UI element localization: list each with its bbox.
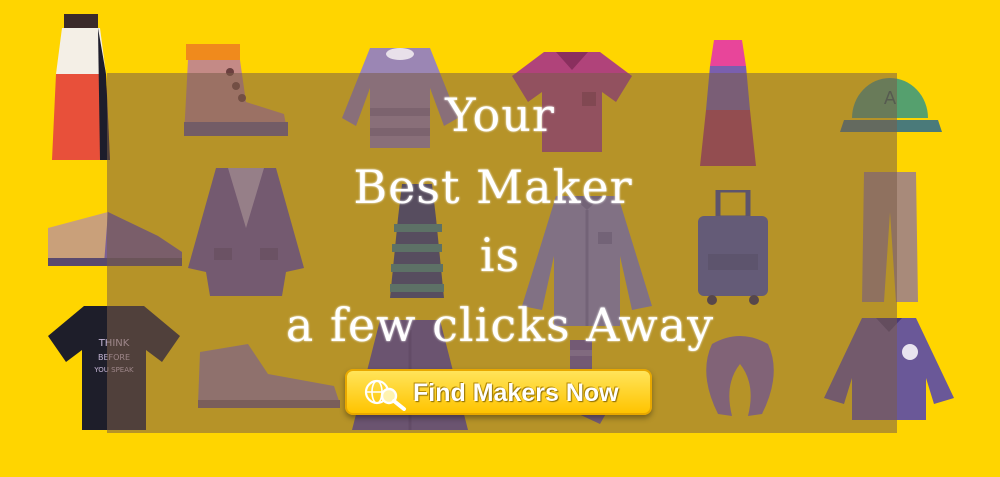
dress-icon	[52, 14, 110, 160]
find-makers-button[interactable]: Find Makers Now	[345, 369, 652, 415]
globe-search-icon	[364, 379, 406, 411]
find-makers-label: Find Makers Now	[413, 379, 619, 407]
banner: A THINK BEFORE YOU SPEAK	[0, 0, 1000, 477]
